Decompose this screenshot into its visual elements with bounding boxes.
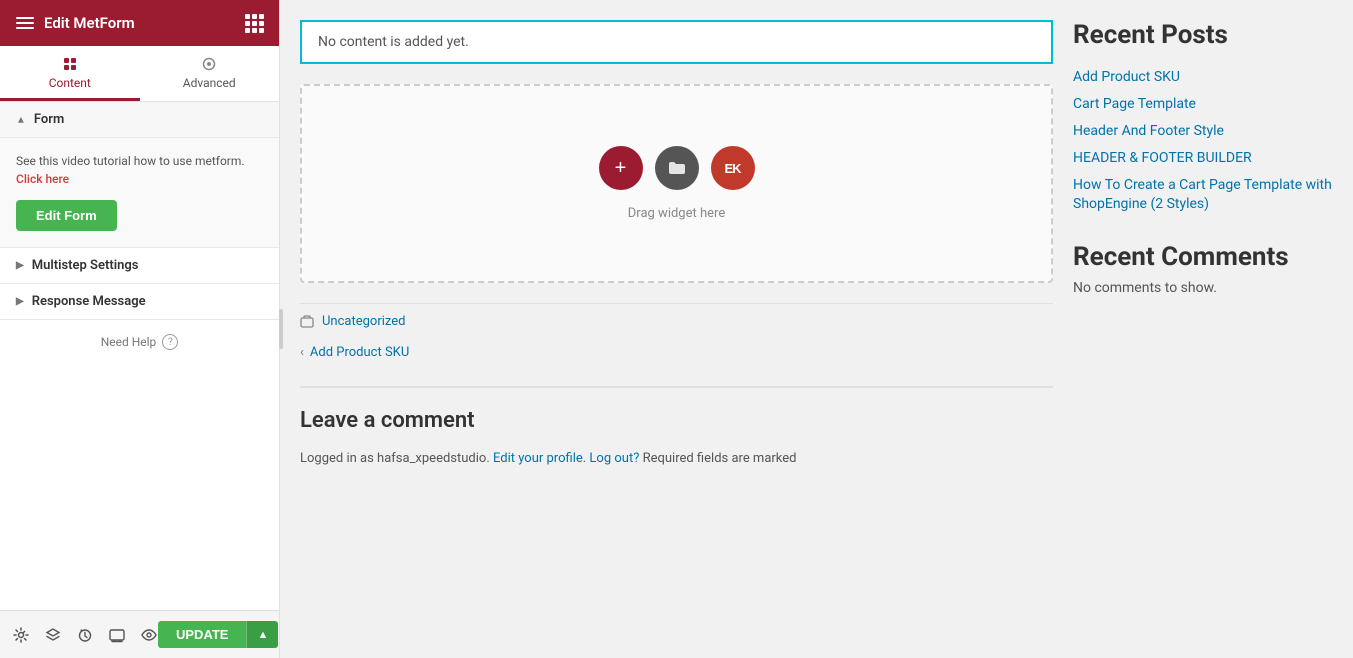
need-help-text: Need Help (101, 335, 157, 349)
hamburger-icon[interactable] (16, 17, 34, 29)
sidebar-bottom-bar: UPDATE ▲ (0, 610, 279, 658)
advanced-icon (201, 56, 217, 72)
no-content-banner: No content is added yet. (300, 20, 1053, 64)
sidebar-header: Edit MetForm (0, 0, 279, 46)
tab-advanced-label: Advanced (183, 76, 236, 90)
update-dropdown-arrow[interactable]: ▲ (246, 621, 278, 648)
response-arrow-icon: ▶ (16, 296, 24, 307)
tutorial-text: See this video tutorial how to use metfo… (16, 152, 263, 188)
sidebar-tabs: Content Advanced (0, 46, 279, 102)
category-icon (300, 315, 314, 329)
recent-posts-title: Recent Posts (1073, 20, 1333, 50)
help-icon: ? (162, 334, 178, 350)
add-widget-button[interactable]: + (599, 146, 643, 190)
sidebar-header-left: Edit MetForm (16, 14, 135, 32)
layers-icon[interactable] (44, 626, 62, 644)
tab-advanced[interactable]: Advanced (140, 46, 280, 101)
resize-handle[interactable] (275, 0, 283, 658)
main-content-area: No content is added yet. + EK Drag widge… (280, 0, 1353, 658)
recent-comments-title: Recent Comments (1073, 242, 1333, 272)
widget-buttons: + EK (599, 146, 755, 190)
post-link-1[interactable]: Cart Page Template (1073, 96, 1196, 112)
list-item: Add Product SKU (1073, 66, 1333, 85)
multistep-arrow-icon: ▶ (16, 260, 24, 271)
log-out-link[interactable]: Log out? (589, 451, 639, 466)
left-sidebar: Edit MetForm Content Advanced ▼ Form (0, 0, 280, 658)
post-link-0[interactable]: Add Product SKU (1073, 69, 1180, 85)
list-item: Cart Page Template (1073, 93, 1333, 112)
list-item: HEADER & FOOTER BUILDER (1073, 147, 1333, 166)
response-message-section[interactable]: ▶ Response Message (0, 284, 279, 320)
post-link-2[interactable]: Header And Footer Style (1073, 123, 1224, 139)
update-button[interactable]: UPDATE (158, 621, 246, 648)
post-footer: Uncategorized (300, 303, 1053, 337)
edit-widget-button[interactable]: EK (711, 146, 755, 190)
bottom-icons-group (12, 626, 158, 644)
prev-arrow-icon: ‹ (300, 345, 304, 360)
response-label: Response Message (32, 294, 146, 309)
form-section-content: See this video tutorial how to use metfo… (0, 138, 279, 248)
list-item: Header And Footer Style (1073, 120, 1333, 139)
no-content-text: No content is added yet. (318, 34, 469, 50)
list-item: How To Create a Cart Page Template with … (1073, 174, 1333, 212)
drag-label: Drag widget here (628, 206, 725, 221)
prev-post-link[interactable]: Add Product SKU (310, 345, 409, 360)
responsive-icon[interactable] (108, 626, 126, 644)
content-area: No content is added yet. + EK Drag widge… (280, 0, 1353, 658)
click-here-link[interactable]: Click here (16, 172, 69, 186)
update-btn-group: UPDATE ▲ (158, 621, 278, 648)
right-sidebar: Recent Posts Add Product SKU Cart Page T… (1053, 20, 1333, 658)
tab-content-label: Content (49, 76, 91, 90)
eye-icon[interactable] (140, 626, 158, 644)
need-help-area[interactable]: Need Help ? (0, 320, 279, 364)
multistep-label: Multistep Settings (32, 258, 139, 273)
post-link-3[interactable]: HEADER & FOOTER BUILDER (1073, 150, 1252, 166)
form-section-header[interactable]: ▼ Form (0, 102, 279, 138)
logged-in-text: Logged in as hafsa_xpeedstudio. Edit you… (300, 449, 1053, 470)
widget-dropzone[interactable]: + EK Drag widget here (300, 84, 1053, 283)
sidebar-title: Edit MetForm (44, 14, 135, 32)
page-content: No content is added yet. + EK Drag widge… (300, 20, 1053, 658)
content-icon (62, 56, 78, 72)
grid-icon[interactable] (245, 14, 263, 33)
edit-profile-link[interactable]: Edit your profile (493, 451, 583, 466)
edit-form-button[interactable]: Edit Form (16, 200, 117, 231)
settings-icon[interactable] (12, 626, 30, 644)
folder-widget-button[interactable] (655, 146, 699, 190)
sidebar-content: ▼ Form See this video tutorial how to us… (0, 102, 279, 610)
multistep-settings-section[interactable]: ▶ Multistep Settings (0, 248, 279, 284)
tab-content[interactable]: Content (0, 46, 140, 101)
no-comments-text: No comments to show. (1073, 280, 1333, 296)
post-nav: ‹ Add Product SKU (300, 337, 1053, 376)
form-arrow-icon: ▼ (16, 114, 26, 125)
post-link-4[interactable]: How To Create a Cart Page Template with … (1073, 177, 1332, 212)
comments-title: Leave a comment (300, 408, 1053, 433)
form-section-label: Form (34, 112, 64, 127)
resize-handle-bar (279, 309, 283, 349)
comments-section: Leave a comment Logged in as hafsa_xpeed… (300, 386, 1053, 490)
category-link[interactable]: Uncategorized (322, 314, 405, 329)
history-icon[interactable] (76, 626, 94, 644)
recent-posts-list: Add Product SKU Cart Page Template Heade… (1073, 66, 1333, 212)
